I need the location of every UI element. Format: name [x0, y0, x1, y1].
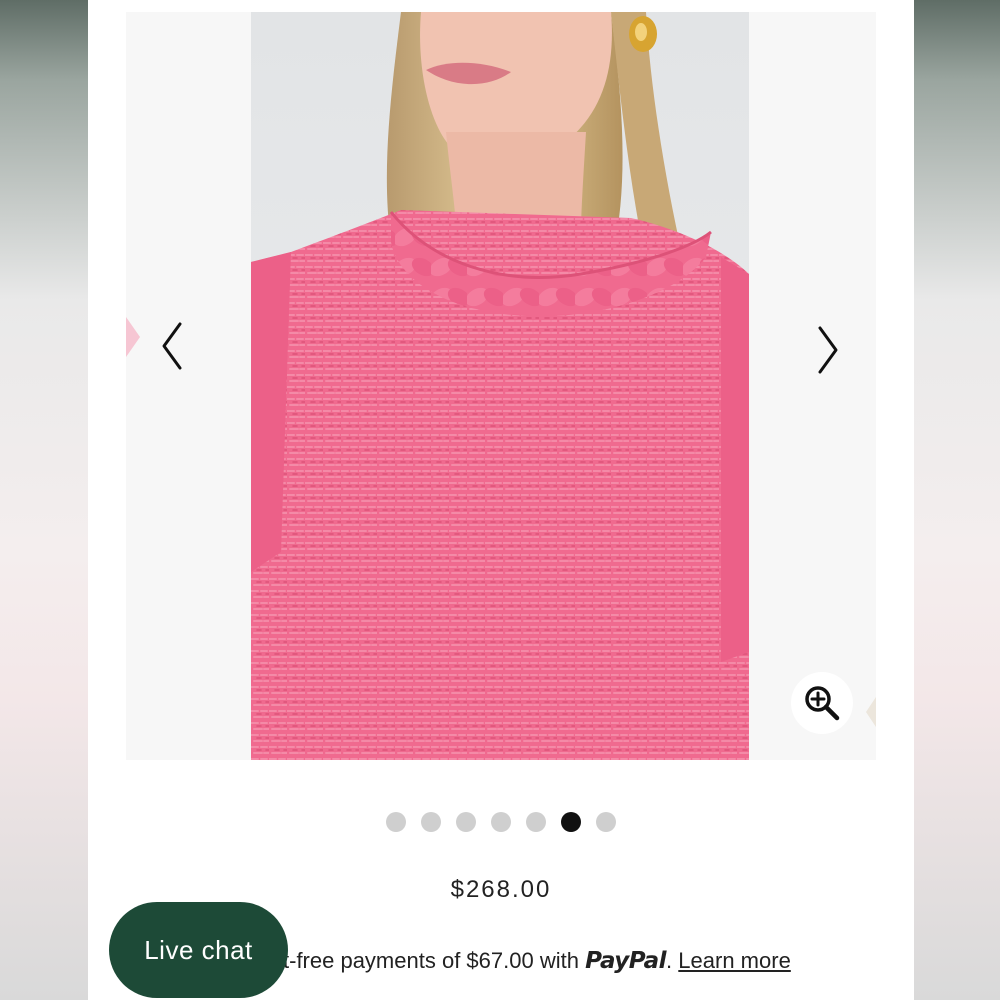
paypal-message-text: t-free payments of $67.00 with [283, 948, 586, 973]
chevron-left-icon [162, 322, 182, 370]
model-in-pink-sweater-image [251, 12, 749, 760]
product-image-gallery [126, 12, 876, 760]
zoom-in-icon [805, 686, 840, 721]
next-image-button[interactable] [804, 320, 852, 380]
gallery-dot[interactable] [421, 812, 441, 832]
paypal-message-separator: . [666, 948, 673, 973]
blurred-backdrop-left [0, 0, 88, 1000]
next-image-peek [866, 692, 876, 732]
gallery-dot[interactable] [456, 812, 476, 832]
gallery-dot[interactable] [491, 812, 511, 832]
product-page: $268.00 t-free payments of $67.00 with P… [88, 0, 914, 1000]
zoom-button[interactable] [791, 672, 853, 734]
gallery-dot[interactable] [561, 812, 581, 832]
learn-more-link[interactable]: Learn more [678, 948, 791, 973]
previous-image-button[interactable] [148, 316, 196, 376]
product-photo [251, 12, 749, 760]
gallery-dot[interactable] [526, 812, 546, 832]
blurred-backdrop-right [914, 0, 1000, 1000]
gallery-dot[interactable] [596, 812, 616, 832]
product-price: $268.00 [450, 876, 552, 903]
paypal-installments-message: t-free payments of $67.00 with PayPal. L… [283, 948, 791, 974]
paypal-logo: PayPal [585, 948, 667, 974]
gallery-dot[interactable] [386, 812, 406, 832]
live-chat-button[interactable]: Live chat [109, 902, 288, 998]
gallery-pagination-dots [88, 812, 914, 832]
previous-image-peek [126, 307, 140, 367]
chevron-right-icon [818, 326, 838, 374]
live-chat-label: Live chat [144, 934, 253, 965]
